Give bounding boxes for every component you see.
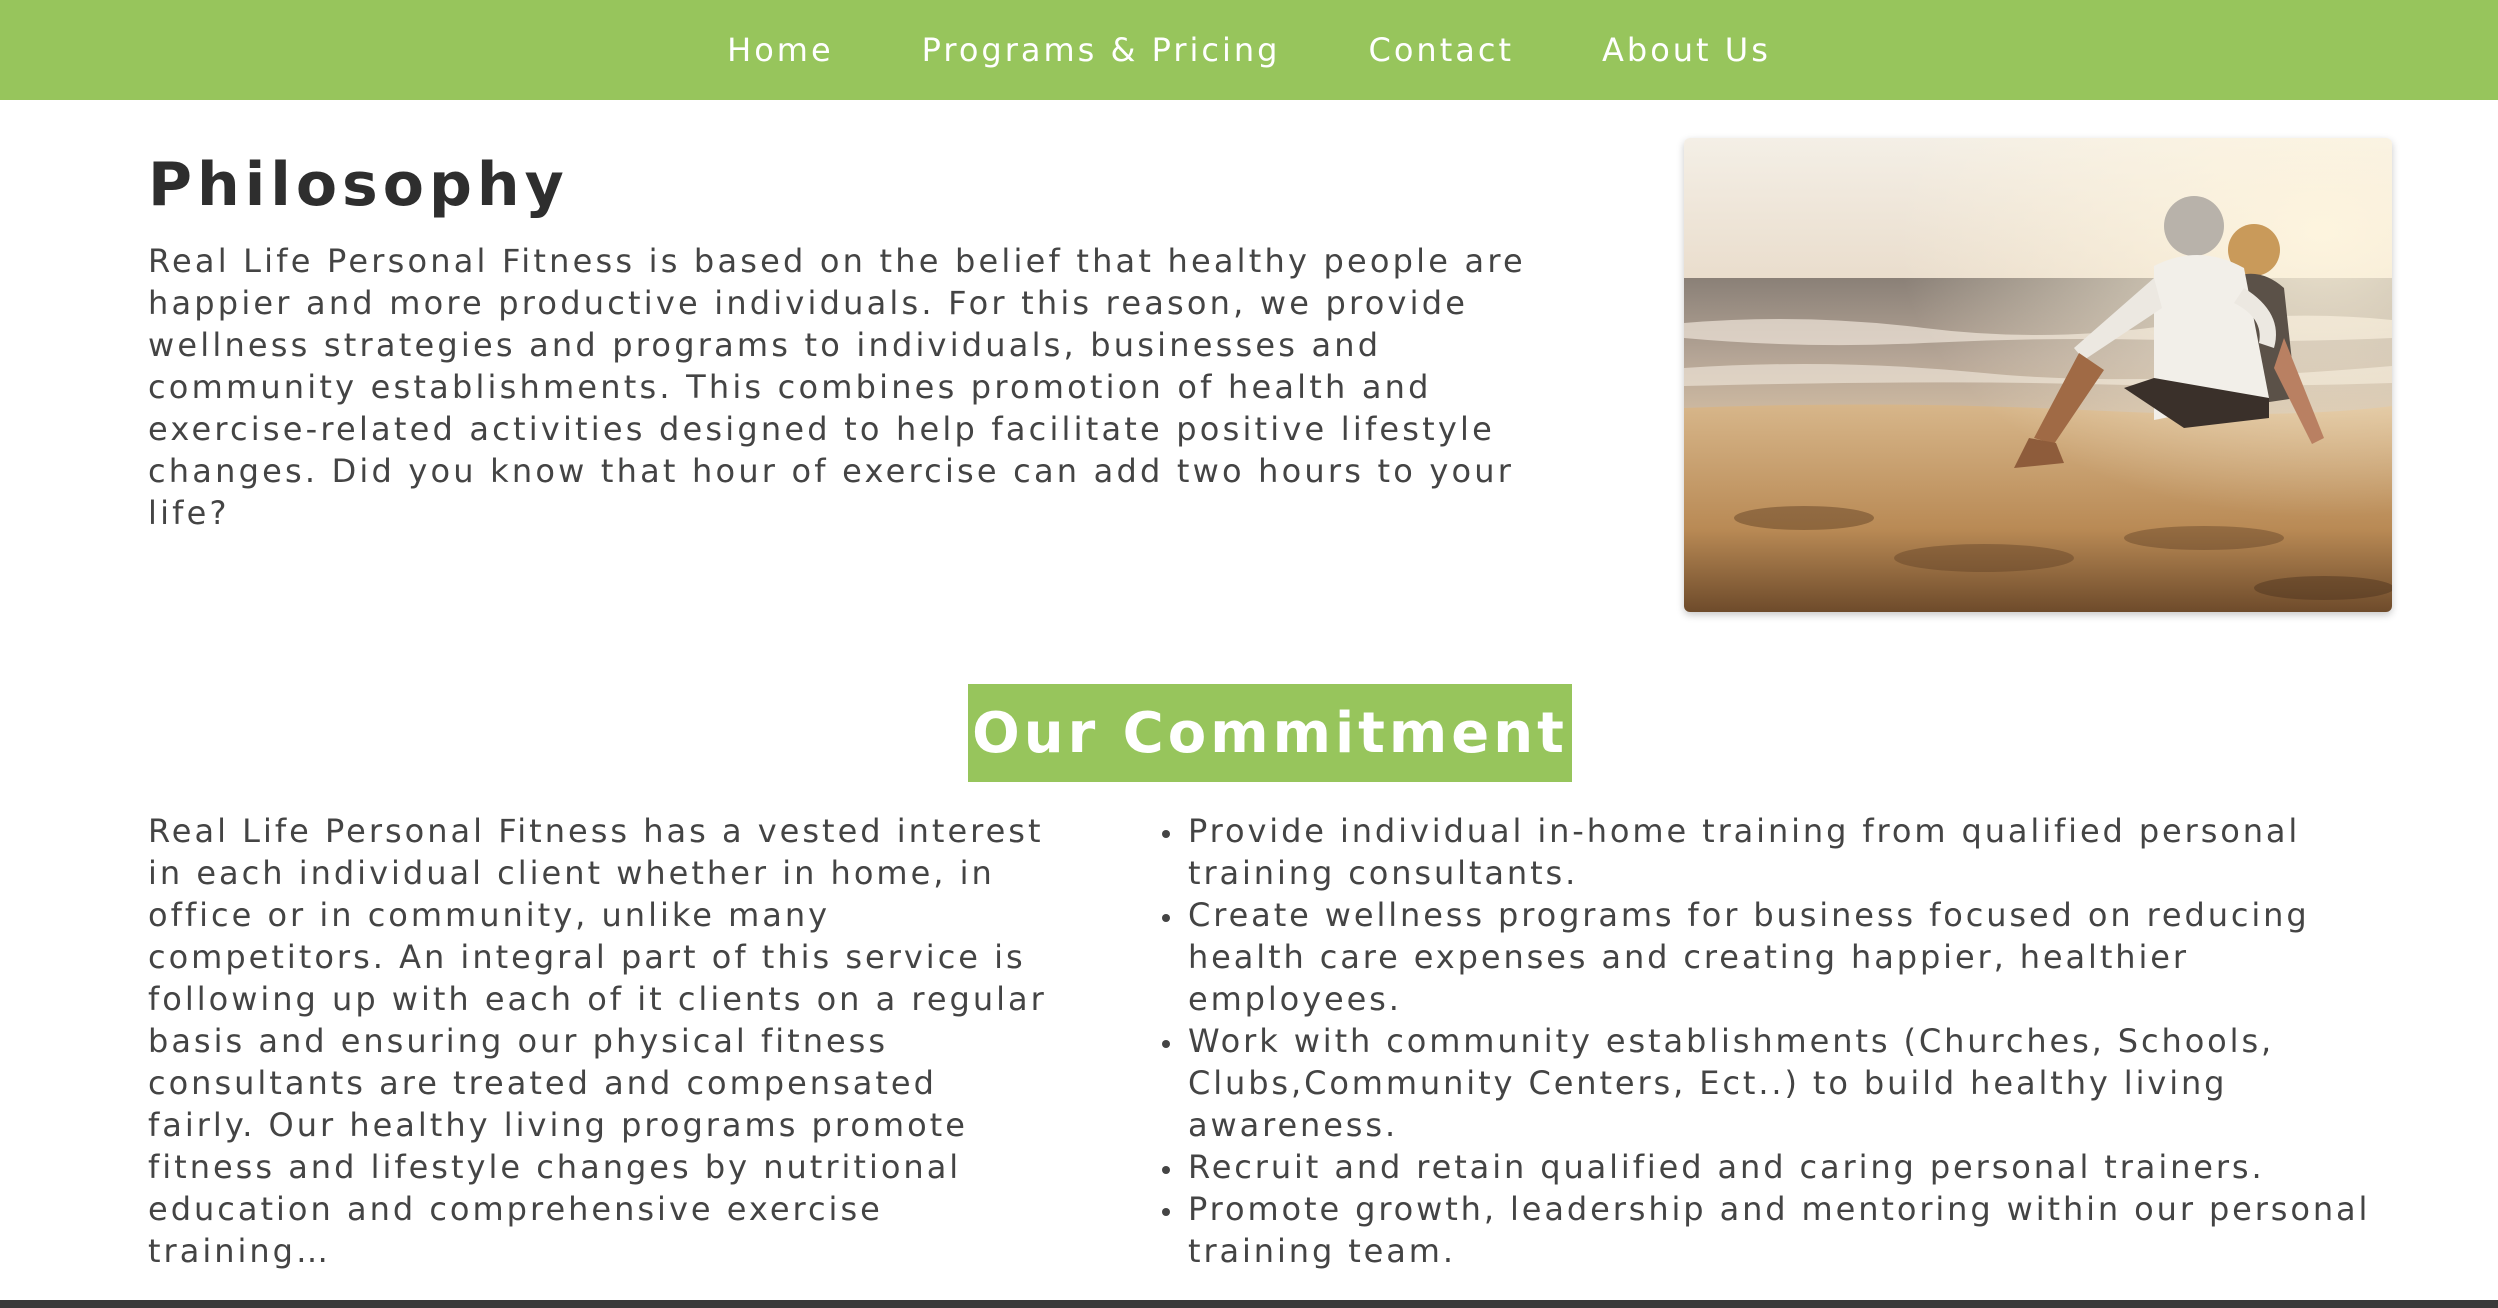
commitment-banner: Our Commitment [968, 684, 1572, 782]
list-item: Create wellness programs for business fo… [1162, 894, 2388, 1020]
beach-couple-photo [1684, 138, 2392, 612]
nav-about-us[interactable]: About Us [1602, 31, 1771, 69]
philosophy-text: Real Life Personal Fitness is based on t… [148, 242, 1526, 532]
list-item: Recruit and retain qualified and caring … [1162, 1146, 2388, 1188]
nav-contact[interactable]: Contact [1368, 31, 1514, 69]
nav-home[interactable]: Home [727, 31, 834, 69]
commitment-text: Real Life Personal Fitness has a vested … [148, 812, 1047, 1270]
list-item: Promote growth, leadership and mentoring… [1162, 1188, 2388, 1272]
commitment-heading: Our Commitment [972, 700, 1568, 766]
commitment-list: Provide individual in-home training from… [1162, 810, 2388, 1272]
list-item: Provide individual in-home training from… [1162, 810, 2388, 894]
footer-edge [0, 1300, 2498, 1308]
list-item: Work with community establishments (Chur… [1162, 1020, 2388, 1146]
nav-programs-pricing[interactable]: Programs & Pricing [922, 31, 1281, 69]
philosophy-heading: Philosophy [148, 150, 569, 220]
top-nav: Home Programs & Pricing Contact About Us [0, 0, 2498, 100]
